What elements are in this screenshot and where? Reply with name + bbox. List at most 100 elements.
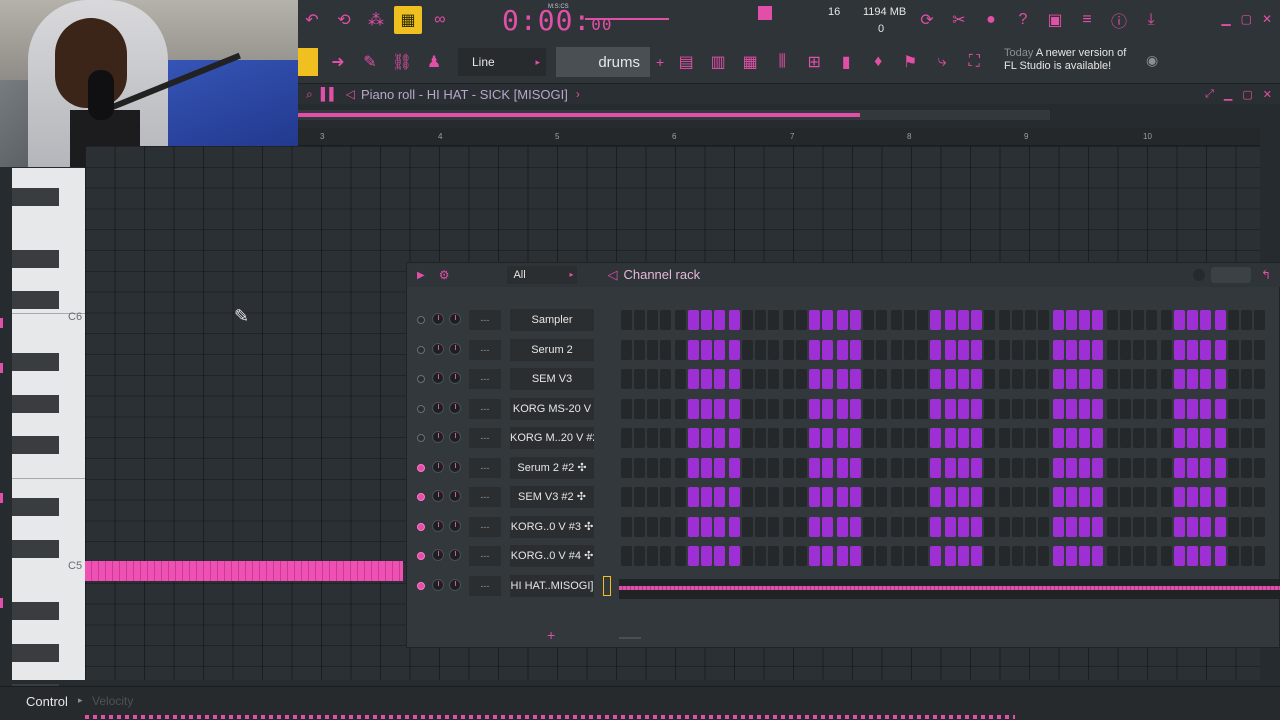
channel-name-button[interactable]: Serum 2 <box>510 338 594 361</box>
step-button[interactable] <box>945 398 956 419</box>
step-button[interactable] <box>634 487 645 507</box>
step-button[interactable] <box>1174 398 1185 419</box>
channel-row[interactable]: --- Sampler <box>407 307 1280 333</box>
step-button[interactable] <box>984 310 995 330</box>
step-button[interactable] <box>1038 546 1049 566</box>
step-button[interactable] <box>701 516 712 537</box>
step-button[interactable] <box>1228 428 1239 448</box>
step-button[interactable] <box>755 339 766 360</box>
step-button[interactable] <box>660 428 671 448</box>
step-button[interactable] <box>714 339 725 360</box>
step-button[interactable] <box>904 310 915 330</box>
update-notice[interactable]: Today A newer version of FL Studio is av… <box>1004 47 1126 73</box>
step-button[interactable] <box>917 339 928 360</box>
step-button[interactable] <box>647 428 658 448</box>
step-button[interactable] <box>1174 428 1185 448</box>
channel-name-button[interactable]: KORG..0 V #4 ✣ <box>510 545 594 567</box>
step-button[interactable] <box>904 487 915 507</box>
step-button[interactable] <box>647 487 658 507</box>
step-button[interactable] <box>822 428 833 448</box>
step-button[interactable] <box>796 369 807 389</box>
step-button[interactable] <box>1012 546 1023 566</box>
step-button[interactable] <box>876 310 887 330</box>
step-button[interactable] <box>837 398 848 419</box>
step-button[interactable] <box>809 369 820 389</box>
step-button[interactable] <box>1228 516 1239 537</box>
step-button[interactable] <box>796 487 807 507</box>
zoom-icon[interactable]: ⌕ <box>306 87 313 102</box>
step-button[interactable] <box>917 487 928 507</box>
step-button[interactable] <box>1053 487 1064 507</box>
black-key[interactable] <box>12 250 59 268</box>
step-button[interactable] <box>768 339 779 360</box>
step-button[interactable] <box>768 457 779 478</box>
step-button[interactable] <box>1092 310 1103 330</box>
step-button[interactable] <box>945 339 956 360</box>
step-button[interactable] <box>796 516 807 537</box>
step-button[interactable] <box>1120 516 1131 537</box>
pr-minimize-icon[interactable]: ▁ <box>1224 88 1232 101</box>
channel-row[interactable]: --- SEM V3 <box>407 366 1280 392</box>
step-button[interactable] <box>1228 457 1239 478</box>
step-button[interactable] <box>675 398 686 419</box>
step-button[interactable] <box>876 546 887 566</box>
step-button[interactable] <box>917 516 928 537</box>
step-button[interactable] <box>1012 487 1023 507</box>
step-button[interactable] <box>701 487 712 507</box>
step-button[interactable] <box>768 516 779 537</box>
step-button[interactable] <box>783 546 794 566</box>
step-button[interactable] <box>1025 339 1036 360</box>
piano-keyboard[interactable] <box>12 168 85 702</box>
step-button[interactable] <box>999 428 1010 448</box>
step-button[interactable] <box>1187 310 1198 330</box>
step-button[interactable] <box>863 546 874 566</box>
step-button[interactable] <box>984 428 995 448</box>
step-button[interactable] <box>1187 369 1198 389</box>
volume-knob[interactable] <box>432 431 444 443</box>
step-button[interactable] <box>971 457 982 478</box>
step-button[interactable] <box>714 487 725 507</box>
cart-icon[interactable]: ⛶ <box>960 48 988 76</box>
step-button[interactable] <box>1107 398 1118 419</box>
step-button[interactable] <box>1025 516 1036 537</box>
step-button[interactable] <box>768 369 779 389</box>
volume-knob[interactable] <box>432 313 444 325</box>
step-button[interactable] <box>1174 546 1185 566</box>
step-button[interactable] <box>809 457 820 478</box>
mixer-track-select[interactable]: --- <box>469 339 501 360</box>
step-button[interactable] <box>783 428 794 448</box>
step-button[interactable] <box>1025 428 1036 448</box>
step-button[interactable] <box>837 339 848 360</box>
step-button[interactable] <box>876 487 887 507</box>
back-arrow-icon[interactable]: ↰ <box>1261 268 1271 282</box>
download-icon[interactable]: ⤓ <box>1136 6 1166 34</box>
step-button[interactable] <box>1187 516 1198 537</box>
step-button[interactable] <box>783 516 794 537</box>
step-button[interactable] <box>1200 546 1211 566</box>
step-button[interactable] <box>783 339 794 360</box>
step-button[interactable] <box>647 310 658 330</box>
mixer-track-select[interactable]: --- <box>469 310 501 330</box>
step-button[interactable] <box>1120 398 1131 419</box>
step-button[interactable] <box>1133 398 1144 419</box>
step-button[interactable] <box>809 398 820 419</box>
step-button[interactable] <box>742 428 753 448</box>
play-icon[interactable]: ▶ <box>417 270 425 281</box>
step-button[interactable] <box>930 546 941 566</box>
note-block[interactable] <box>85 561 403 581</box>
step-button[interactable] <box>796 398 807 419</box>
gear-icon[interactable]: ⚙ <box>439 268 450 282</box>
step-button[interactable] <box>891 487 902 507</box>
step-button[interactable] <box>904 398 915 419</box>
volume-knob[interactable] <box>432 549 444 561</box>
horizontal-scrollbar[interactable] <box>298 110 1050 120</box>
loop-record-icon[interactable]: ⟲ <box>330 6 358 34</box>
step-button[interactable] <box>783 398 794 419</box>
mixer-track-select[interactable]: --- <box>469 428 501 448</box>
step-button[interactable] <box>1120 457 1131 478</box>
piano-roll-icon[interactable] <box>298 48 318 76</box>
step-button[interactable] <box>1012 457 1023 478</box>
step-button[interactable] <box>1187 428 1198 448</box>
step-button[interactable] <box>796 310 807 330</box>
step-button[interactable] <box>755 487 766 507</box>
